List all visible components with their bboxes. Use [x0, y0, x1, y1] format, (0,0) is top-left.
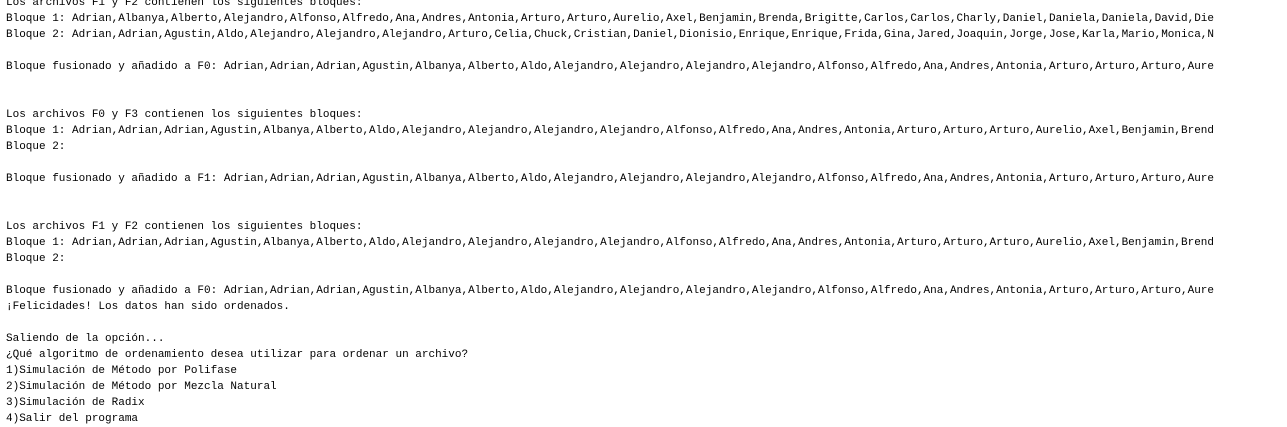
- console-line: Bloque 2:: [6, 253, 66, 265]
- console-line: ¡Felicidades! Los datos han sido ordenad…: [6, 301, 290, 313]
- console-line: Bloque fusionado y añadido a F0: Adrian,…: [6, 285, 1214, 297]
- console-line: Bloque 2:: [6, 141, 66, 153]
- console-output: Los archivos F1 y F2 contienen los sigui…: [6, 0, 1287, 427]
- console-line: ¿Qué algoritmo de ordenamiento desea uti…: [6, 349, 469, 361]
- console-line: Bloque 1: Adrian,Adrian,Adrian,Agustin,A…: [6, 237, 1214, 249]
- console-line: Bloque fusionado y añadido a F0: Adrian,…: [6, 61, 1214, 73]
- menu-option: 1)Simulación de Método por Polifase: [6, 365, 238, 377]
- menu-option: 4)Salir del programa: [6, 413, 139, 425]
- console-line: Bloque 1: Adrian,Adrian,Adrian,Agustin,A…: [6, 125, 1214, 137]
- menu-option: 2)Simulación de Método por Mezcla Natura…: [6, 381, 277, 393]
- menu-option: 3)Simulación de Radix: [6, 397, 145, 409]
- console-line: Los archivos F0 y F3 contienen los sigui…: [6, 109, 363, 121]
- console-line: Los archivos F1 y F2 contienen los sigui…: [6, 0, 363, 9]
- console-line: Bloque 1: Adrian,Albanya,Alberto,Alejand…: [6, 13, 1214, 25]
- console-line: Los archivos F1 y F2 contienen los sigui…: [6, 221, 363, 233]
- console-line: Saliendo de la opción...: [6, 333, 165, 345]
- console-line: Bloque 2: Adrian,Adrian,Agustin,Aldo,Ale…: [6, 29, 1214, 41]
- console-line: Bloque fusionado y añadido a F1: Adrian,…: [6, 173, 1214, 185]
